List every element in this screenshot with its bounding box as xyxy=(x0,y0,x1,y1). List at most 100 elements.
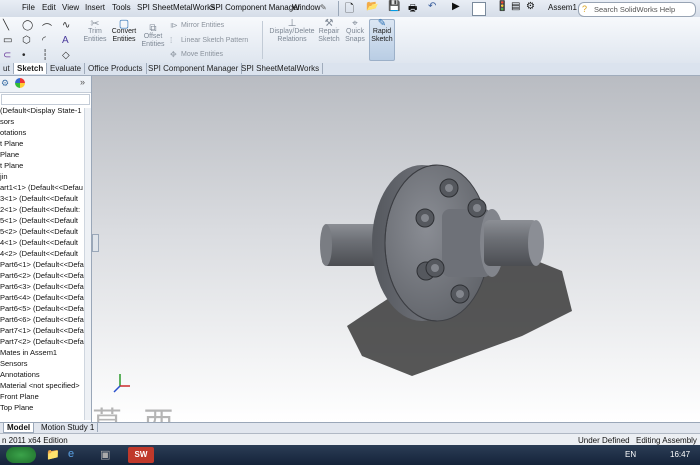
save-icon[interactable]: 💾 xyxy=(388,1,400,12)
tab-spi-component-manager[interactable]: SPI Component Manager xyxy=(145,63,243,74)
tree-item[interactable]: 5<1> (Default<<Default xyxy=(0,216,78,225)
tree-item[interactable]: Part6<6> (Default<<Defau xyxy=(0,315,88,324)
rapid-sketch-button[interactable]: ✎ Rapid Sketch xyxy=(369,19,395,61)
tree-item[interactable]: Top Plane xyxy=(0,403,33,412)
config-manager-icon[interactable]: ⚙ xyxy=(1,78,9,89)
tree-item[interactable]: otations xyxy=(0,128,26,137)
tab-spi-sheetmetalworks[interactable]: SPI SheetMetalWorks xyxy=(238,63,324,74)
select-icon[interactable] xyxy=(472,2,486,16)
status-under-defined: Under Defined xyxy=(578,436,630,445)
tree-item[interactable]: sors xyxy=(0,117,14,126)
linear-sketch-pattern-button[interactable]: Linear Sketch Pattern xyxy=(181,37,248,44)
explorer-icon[interactable]: 📁 xyxy=(46,448,60,461)
rapid-sketch-icon: ✎ xyxy=(377,18,387,29)
start-button[interactable] xyxy=(6,447,36,463)
separator xyxy=(338,1,339,16)
tab-model[interactable]: Model xyxy=(3,423,35,433)
language-indicator[interactable]: EN xyxy=(625,450,636,459)
solidworks-icon[interactable]: SW xyxy=(128,447,154,463)
rebuild-icon[interactable]: ▶ xyxy=(452,1,460,12)
rectangle-icon[interactable]: ▭ xyxy=(3,35,12,46)
tree-item[interactable]: Mates in Assem1 xyxy=(0,348,57,357)
display-delete-relations-button[interactable]: ⊥ Display/Delete Relations xyxy=(268,19,316,44)
tree-item[interactable]: Annotations xyxy=(0,370,40,379)
trim-entities-button[interactable]: ✂ Trim Entities xyxy=(82,19,108,44)
spline-icon[interactable]: ∿ xyxy=(62,20,70,31)
point-icon[interactable]: • xyxy=(22,50,26,61)
print-icon[interactable]: 🖶 xyxy=(408,1,417,18)
tab-motion-study[interactable]: Motion Study 1 xyxy=(38,423,99,432)
tree-item[interactable]: Part6<1> (Default<<Defau xyxy=(0,260,88,269)
tab-layout[interactable]: ut xyxy=(0,63,14,74)
search-input[interactable]: Search SolidWorks Help xyxy=(594,5,675,14)
offset-entities-button[interactable]: ⧉ Offset Entities xyxy=(140,24,166,49)
tree-item[interactable]: 3<1> (Default<<Default xyxy=(0,194,78,203)
tree-item[interactable]: Material <not specified> xyxy=(0,381,80,390)
tree-item[interactable]: Part6<2> (Default<<Defau xyxy=(0,271,88,280)
line-icon[interactable]: ╲ xyxy=(3,20,9,31)
quick-snaps-button[interactable]: ⌖ Quick Snaps xyxy=(344,19,366,44)
repair-sketch-button[interactable]: ⚒ Repair Sketch xyxy=(317,19,341,44)
slot-icon[interactable]: ⊂ xyxy=(3,50,11,61)
menu-edit[interactable]: Edit xyxy=(42,3,56,12)
open-icon[interactable]: 📂 xyxy=(366,1,378,12)
move-entities-button[interactable]: Move Entities xyxy=(181,51,223,58)
tab-evaluate[interactable]: Evaluate xyxy=(47,63,86,74)
polygon-icon[interactable]: ⬡ xyxy=(22,35,31,46)
bolt-head xyxy=(473,204,481,212)
tree-item[interactable]: 2<1> (Default<<Default: xyxy=(0,205,80,214)
rebuild-traffic-light-icon[interactable]: 🚦 xyxy=(496,1,508,12)
graphics-area[interactable]: ⌕⊕↶▥⬚◧👁◐◒▣ xyxy=(92,76,700,422)
menu-insert[interactable]: Insert xyxy=(85,3,105,12)
arc-icon[interactable]: ⌒ xyxy=(42,20,52,35)
centerline-icon[interactable]: ┆ xyxy=(42,50,48,61)
menu-tools[interactable]: Tools xyxy=(112,3,131,12)
search-box[interactable]: ? Search SolidWorks Help xyxy=(578,2,696,17)
fillet-icon[interactable]: ◜ xyxy=(42,35,46,46)
tree-item[interactable]: (Default<Display State-1 xyxy=(0,106,82,115)
tree-item[interactable]: Part6<3> (Default<<Defau xyxy=(0,282,88,291)
tree-item[interactable]: Part6<4> (Default<<Defau xyxy=(0,293,88,302)
app-icon[interactable]: ▣ xyxy=(100,448,110,461)
tree-item[interactable]: art1<1> (Default<<Defau xyxy=(0,183,83,192)
document-name: Assem1 xyxy=(548,3,577,12)
expand-icon[interactable]: » xyxy=(80,77,85,87)
move-icon: ✥ xyxy=(170,50,177,59)
model-view[interactable] xyxy=(92,76,700,422)
tree-scrollbar[interactable] xyxy=(84,108,91,420)
tree-item[interactable]: t Plane xyxy=(0,139,23,148)
tree-item[interactable]: jin xyxy=(0,172,8,181)
filter-input[interactable] xyxy=(1,94,90,105)
convert-entities-button[interactable]: ▢ Convert Entities xyxy=(108,19,140,44)
tree-item[interactable]: Front Plane xyxy=(0,392,39,401)
menu-spi-component-manager[interactable]: SPI Component Manager xyxy=(210,3,300,12)
tree-item[interactable]: Sensors xyxy=(0,359,28,368)
browser-icon[interactable]: e xyxy=(68,448,74,460)
mirror-entities-button[interactable]: Mirror Entities xyxy=(181,22,224,29)
tree-item[interactable]: 4<2> (Default<<Default xyxy=(0,249,78,258)
tree-item[interactable]: Part6<5> (Default<<Defau xyxy=(0,304,88,313)
tree-item[interactable]: 5<2> (Default<<Default xyxy=(0,227,78,236)
options-icon[interactable]: ⚙ xyxy=(526,1,535,12)
tree-item[interactable]: t Plane xyxy=(0,161,23,170)
file-properties-icon[interactable]: ▤ xyxy=(511,1,520,12)
pin-icon[interactable]: ✎ xyxy=(320,3,327,12)
bolt-head xyxy=(431,264,439,272)
tree-item[interactable]: Part7<2> (Default<<Defau xyxy=(0,337,88,346)
circle-icon[interactable]: ◯ xyxy=(22,20,33,31)
menu-spi-sheetmetalworks[interactable]: SPI SheetMetalWorks xyxy=(137,3,215,12)
undo-icon[interactable]: ↶ xyxy=(428,1,436,12)
tree-item[interactable]: 4<1> (Default<<Default xyxy=(0,238,78,247)
menu-view[interactable]: View xyxy=(62,3,79,12)
status-editing: Editing Assembly xyxy=(636,436,697,445)
menu-window[interactable]: Window xyxy=(292,3,320,12)
mirror-icon: ⧐ xyxy=(170,21,178,30)
tab-office-products[interactable]: Office Products xyxy=(85,63,147,74)
display-manager-icon[interactable] xyxy=(15,78,25,88)
tree-item[interactable]: Plane xyxy=(0,150,19,159)
menu-file[interactable]: File xyxy=(22,3,35,12)
text-icon[interactable]: A xyxy=(62,35,69,46)
tree-item[interactable]: Part7<1> (Default<<Defau xyxy=(0,326,88,335)
tab-sketch[interactable]: Sketch xyxy=(14,63,48,74)
plane-icon[interactable]: ◇ xyxy=(62,50,70,61)
